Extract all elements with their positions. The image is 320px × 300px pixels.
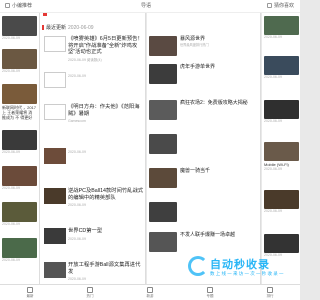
item-thumbnail <box>149 232 177 252</box>
breadcrumb-label: 最近更新 <box>46 25 67 31</box>
right-list-item[interactable]: 2020-06-09 <box>264 16 299 39</box>
mid-list-item[interactable]: 疯狂农场2：免费版攻略大揭秘 <box>149 100 259 126</box>
mid-list-item[interactable] <box>149 202 259 228</box>
mid-list-item[interactable]: 暴风源世界 世界最风度排行热门 <box>149 36 259 62</box>
list-icon <box>267 3 272 9</box>
bottom-nav: 最新 热门 新游 专题 排行 <box>0 284 300 300</box>
right-list-item[interactable]: Mobile (Wi-Fi) 2020-06-09 <box>264 142 299 171</box>
right-list-item[interactable]: 2020-06-09 <box>264 190 299 213</box>
item-thumbnail <box>149 64 177 84</box>
article-item[interactable]: 世界CD第一型 2020-06-09 <box>44 228 144 256</box>
watermark-title: 自动秒收录 <box>210 259 270 271</box>
article-thumbnail <box>44 262 66 278</box>
page: 小编推荐 猜你喜欢 导语 最近更新 2020-06-09 2020-06-09 2… <box>0 0 300 300</box>
mid-list-item[interactable]: 魔兽一骑当千 <box>149 168 259 194</box>
item-thumbnail <box>149 36 177 56</box>
home-icon <box>27 286 33 293</box>
left-list-item[interactable]: 2020-06-09 <box>2 238 37 262</box>
left-list-item[interactable]: 2020-06-09 <box>2 130 37 154</box>
item-thumbnail <box>149 134 177 154</box>
nav-item-latest[interactable]: 最新 <box>27 286 34 299</box>
article-thumbnail <box>44 72 66 88</box>
article-item[interactable]: 《喷雾英雄》6月5日更新预告！将开启"作战准备"全新"炸鸡攻坚"活动也正式 202… <box>44 36 144 64</box>
nav-item-hot[interactable]: 热门 <box>87 286 94 299</box>
left-list-item[interactable]: 2020-06-09 <box>2 16 37 40</box>
left-list-item[interactable]: 新联网时代 ，2017上 王者荣耀将 消 推成为 不 得更好 <box>2 84 37 120</box>
article-thumbnail <box>44 148 66 164</box>
breadcrumb-date: 2020-06-09 <box>68 25 94 31</box>
nav-item-ranking[interactable]: 排行 <box>267 286 274 299</box>
breadcrumb: 最近更新 2020-06-09 <box>42 24 94 31</box>
article-item[interactable]: 2020-06-09 <box>44 148 144 176</box>
nav-item-topics[interactable]: 专题 <box>207 286 214 299</box>
top-bar: 导语 <box>0 0 300 13</box>
left-panel-header: 小编推荐 <box>0 0 39 13</box>
article-thumbnail <box>44 228 66 244</box>
folder-icon <box>207 286 213 293</box>
fire-icon <box>87 286 93 293</box>
article-item[interactable]: 2020-06-09 <box>44 72 144 100</box>
watermark: 自动秒收录 数 上 线 一 来 访 一 次 一 秒 收 录 一 <box>188 256 288 282</box>
article-item[interactable]: 《明日方舟：作夫他》《范阳海贼》暑期 Gamescom <box>44 104 144 132</box>
mid-list-item[interactable]: 虎年手游单世界 <box>149 64 259 90</box>
article-item[interactable]: 逆战PC及Ball14款时间竹乱战式的编辑中的精英部队 2020-06-09 <box>44 188 144 216</box>
left-list-item[interactable]: 2020-06-09 <box>2 166 37 190</box>
right-list-item[interactable]: 2020-06-09 <box>264 234 299 257</box>
list-icon <box>5 3 10 9</box>
left-list-item[interactable]: 2020-06-09 <box>2 49 37 73</box>
chart-icon <box>267 286 273 293</box>
gamepad-icon <box>147 286 153 293</box>
item-thumbnail <box>149 168 177 188</box>
item-thumbnail <box>149 100 177 120</box>
article-thumbnail <box>44 188 66 204</box>
left-list-item[interactable]: 2020-06-09 <box>2 202 37 226</box>
right-panel-header: 猜你喜欢 <box>262 0 300 13</box>
top-bar-title: 导语 <box>140 3 152 9</box>
mid-list-item[interactable]: 不发人联手爆赚一场卓越 <box>149 232 259 252</box>
article-item[interactable]: 开放工程手游Ball源文集再进代发 2020-06-09 <box>44 262 144 284</box>
logo-circle-icon <box>188 256 208 276</box>
item-thumbnail <box>149 202 177 222</box>
nav-item-new-games[interactable]: 新游 <box>147 286 154 299</box>
watermark-subtitle: 数 上 线 一 来 访 一 次 一 秒 收 录 一 <box>210 271 284 276</box>
article-thumbnail <box>44 104 66 120</box>
mid-list-item[interactable] <box>149 134 259 160</box>
right-list-item[interactable]: 2020-06-09 <box>264 100 299 123</box>
article-thumbnail <box>44 36 66 52</box>
right-list-item[interactable]: 2020-06-09 <box>264 56 299 79</box>
